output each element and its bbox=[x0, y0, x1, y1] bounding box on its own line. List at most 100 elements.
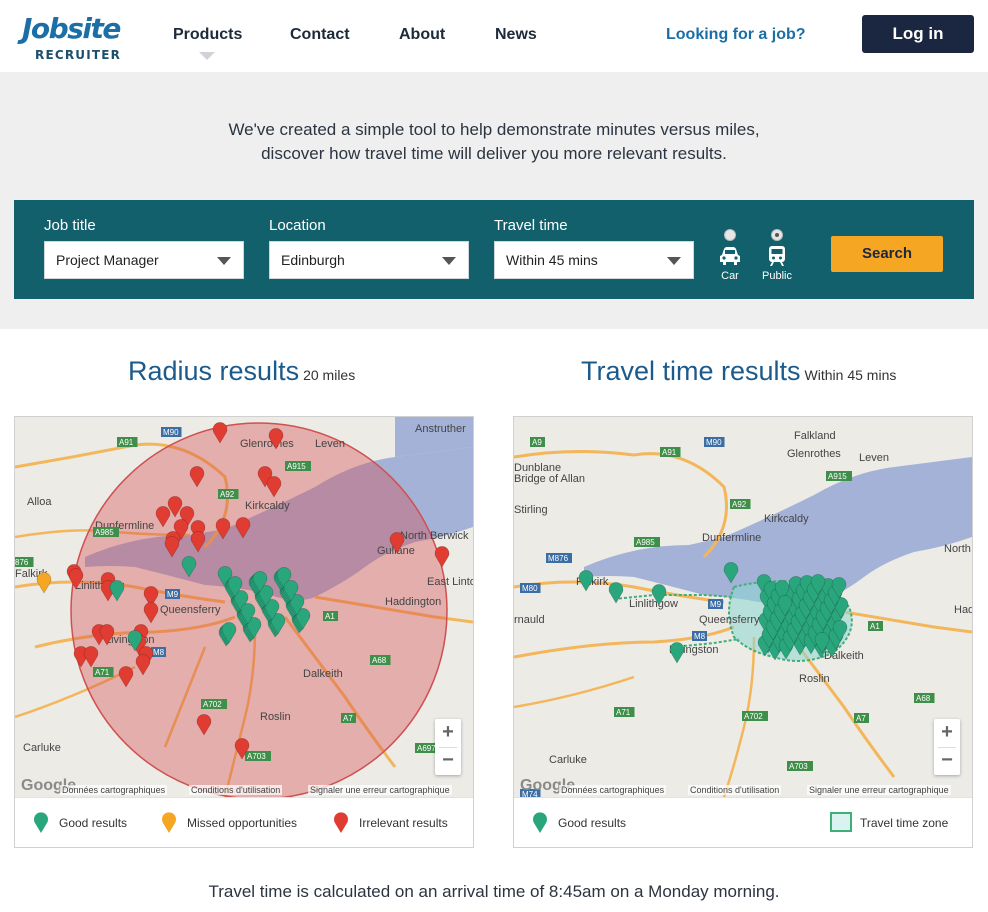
travel-time-value: Within 45 mins bbox=[506, 252, 598, 268]
travel-map-canvas[interactable]: Falkland Glenrothes Leven KirkcaldyDunferml… bbox=[514, 417, 972, 797]
chevron-down-icon bbox=[667, 257, 681, 265]
public-radio[interactable] bbox=[771, 229, 783, 241]
radius-title-text: Radius results bbox=[128, 356, 300, 386]
map-label: A7 bbox=[856, 714, 866, 723]
radius-subtitle: 20 miles bbox=[303, 367, 356, 383]
map-label: Kirkcaldy bbox=[764, 513, 809, 525]
map-label: M8 bbox=[694, 632, 706, 641]
search-button[interactable]: Search bbox=[831, 236, 943, 272]
train-icon bbox=[769, 246, 785, 266]
map-label: A92 bbox=[220, 490, 235, 499]
travel-title-text: Travel time results bbox=[581, 356, 801, 386]
job-title-label: Job title bbox=[44, 217, 96, 234]
legend-irrelevant-label: Irrelevant results bbox=[359, 816, 448, 830]
map-label: Haddington bbox=[385, 596, 441, 608]
nav-contact[interactable]: Contact bbox=[290, 26, 350, 44]
jobsite-logo[interactable]: Jobsite RECRUITER bbox=[22, 12, 121, 64]
intro-line-1: We've created a simple tool to help demo… bbox=[228, 120, 760, 139]
good-pin-icon bbox=[34, 812, 48, 833]
travel-map-card: Falkland Glenrothes Leven Kirkcaldy Dunferml… bbox=[513, 416, 973, 848]
report-error-link[interactable]: Signaler une erreur cartographique bbox=[308, 785, 452, 795]
report-error-link[interactable]: Signaler une erreur cartographique bbox=[807, 785, 951, 795]
map-label: A702 bbox=[203, 700, 222, 709]
search-bar: Job title Project Manager Location Edinb… bbox=[14, 200, 974, 299]
map-label: A1 bbox=[870, 622, 880, 631]
nav-news[interactable]: News bbox=[495, 26, 537, 44]
map-label: Bridge of Allan bbox=[514, 473, 585, 485]
zoom-control: + − bbox=[934, 719, 960, 775]
map-label: Queensferry bbox=[160, 604, 221, 616]
intro-line-2: discover how travel time will deliver yo… bbox=[261, 144, 727, 163]
footer-note: Travel time is calculated on an arrival … bbox=[208, 882, 780, 901]
radius-map-canvas[interactable]: Glenrothes LevenAnstrutherKirkcaldyDunfer… bbox=[15, 417, 473, 797]
nav-products[interactable]: Products bbox=[173, 26, 242, 44]
travel-subtitle: Within 45 mins bbox=[804, 367, 897, 383]
map-label: A703 bbox=[247, 752, 266, 761]
nav-about[interactable]: About bbox=[399, 26, 445, 44]
map-attribution: Google Données cartographiques Condition… bbox=[514, 777, 972, 797]
map-label: Glenrothes bbox=[787, 448, 841, 460]
map-label: East Linton bbox=[427, 576, 473, 588]
map-data-link[interactable]: Données cartographiques bbox=[60, 785, 168, 795]
map-label: A985 bbox=[636, 538, 655, 547]
map-label: Anstruther bbox=[415, 423, 466, 435]
map-label: Queensferry bbox=[699, 614, 760, 626]
map-attribution: Google Données cartographiques Condition… bbox=[15, 777, 473, 797]
map-label: Roslin bbox=[799, 673, 830, 685]
intro-section: We've created a simple tool to help demo… bbox=[0, 72, 988, 329]
legend-missed-label: Missed opportunities bbox=[187, 816, 298, 830]
radius-map[interactable]: Glenrothes Leven Anstruther Kirkcaldy Dunfer… bbox=[15, 417, 473, 797]
location-select[interactable]: Edinburgh bbox=[269, 241, 469, 279]
legend-good-label: Good results bbox=[558, 816, 627, 830]
map-label: A68 bbox=[372, 656, 387, 665]
map-label: A91 bbox=[662, 448, 677, 457]
irrelevant-pin-icon bbox=[334, 812, 348, 833]
legend-good-label: Good results bbox=[59, 816, 128, 830]
travel-time-select[interactable]: Within 45 mins bbox=[494, 241, 694, 279]
map-label: Linlithgow bbox=[629, 598, 678, 610]
map-label: M9 bbox=[710, 600, 722, 609]
site-header: Jobsite RECRUITER Products Contact About… bbox=[0, 0, 988, 72]
zoom-in-button[interactable]: + bbox=[934, 719, 960, 747]
mode-car-option[interactable]: Car bbox=[710, 229, 750, 289]
zoom-control: + − bbox=[435, 719, 461, 775]
terms-link[interactable]: Conditions d'utilisation bbox=[189, 785, 283, 795]
map-data-link[interactable]: Données cartographiques bbox=[559, 785, 667, 795]
chevron-down-icon bbox=[199, 52, 215, 60]
car-radio[interactable] bbox=[724, 229, 736, 241]
map-label: M8 bbox=[153, 648, 165, 657]
travel-map[interactable]: Falkland Glenrothes Leven Kirkcaldy Dunferml… bbox=[514, 417, 972, 797]
missed-pin-icon bbox=[162, 812, 176, 833]
zoom-out-button[interactable]: − bbox=[435, 747, 461, 775]
map-label: Dalkeith bbox=[303, 668, 343, 680]
chevron-down-icon bbox=[442, 257, 456, 265]
map-label: North Berwick bbox=[400, 530, 469, 542]
public-label: Public bbox=[762, 270, 792, 282]
map-label: Glenrothes bbox=[240, 438, 294, 450]
login-button[interactable]: Log in bbox=[862, 15, 974, 53]
intro-text: We've created a simple tool to help demo… bbox=[0, 118, 988, 166]
map-label: M876 bbox=[548, 554, 569, 563]
zoom-out-button[interactable]: − bbox=[934, 747, 960, 775]
map-label: Haddingt bbox=[954, 604, 972, 616]
looking-for-job-link[interactable]: Looking for a job? bbox=[666, 26, 806, 44]
map-label: Alloa bbox=[27, 496, 52, 508]
job-title-value: Project Manager bbox=[56, 252, 159, 268]
car-label: Car bbox=[721, 270, 739, 282]
map-label: M90 bbox=[163, 428, 179, 437]
map-label: A915 bbox=[287, 462, 306, 471]
travel-results-title: Travel time results Within 45 mins bbox=[581, 356, 896, 387]
map-label: A71 bbox=[616, 708, 631, 717]
radius-legend: Good results Missed opportunities Irrele… bbox=[15, 797, 473, 847]
zoom-in-button[interactable]: + bbox=[435, 719, 461, 747]
map-label: Falkland bbox=[794, 430, 836, 442]
terms-link[interactable]: Conditions d'utilisation bbox=[688, 785, 782, 795]
map-label: M80 bbox=[522, 584, 538, 593]
chevron-down-icon bbox=[217, 257, 231, 265]
radius-map-card: Glenrothes Leven Anstruther Kirkcaldy Dunfer… bbox=[14, 416, 474, 848]
location-value: Edinburgh bbox=[281, 252, 345, 268]
good-pin-icon bbox=[533, 812, 547, 833]
legend-zone-label: Travel time zone bbox=[860, 816, 949, 830]
job-title-select[interactable]: Project Manager bbox=[44, 241, 244, 279]
mode-public-option[interactable]: Public bbox=[757, 229, 797, 289]
